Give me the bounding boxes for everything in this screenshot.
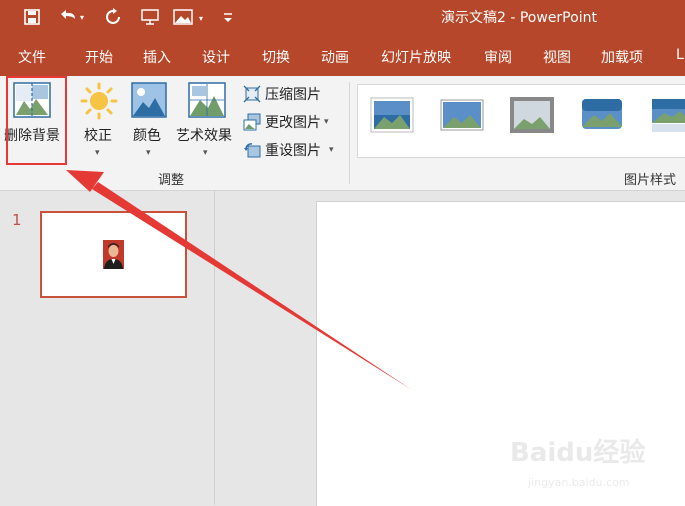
change-picture-button[interactable]: 更改图片 ▾ (243, 112, 329, 132)
slide-thumbnails-pane: 1 (0, 191, 215, 505)
picture-style-2[interactable] (440, 97, 484, 133)
watermark-brand: Baidu经验 (510, 438, 646, 468)
tab-insert[interactable]: 插入 (143, 47, 171, 67)
customize-qat-icon[interactable] (220, 5, 236, 29)
compress-label: 压缩图片 (265, 87, 321, 103)
color-button[interactable]: 颜色 (133, 125, 161, 145)
window-title: 演示文稿2 - PowerPoint (441, 10, 597, 26)
chevron-down-icon: ▾ (329, 145, 334, 155)
present-from-start-icon[interactable] (138, 5, 164, 29)
annotation-highlight-box (6, 76, 67, 165)
chevron-down-icon: ▾ (324, 117, 329, 127)
tab-slideshow[interactable]: 幻灯片放映 (381, 47, 451, 67)
tab-review[interactable]: 审阅 (484, 47, 512, 67)
reset-picture-label: 重设图片 (265, 143, 321, 159)
chevron-down-icon: ▾ (203, 148, 208, 158)
svg-text:▾: ▾ (199, 14, 203, 23)
chevron-down-icon: ▾ (146, 148, 151, 158)
ribbon: 删除背景 校正 ▾ 颜色 ▾ 艺术效果 ▾ 压缩图片 更改图片 ▾ 重设图片 ▾… (0, 76, 685, 191)
tab-format[interactable]: L (676, 47, 684, 63)
insert-picture-icon[interactable]: ▾ (172, 5, 212, 29)
svg-text:▾: ▾ (80, 13, 84, 22)
adjust-group-label: 调整 (158, 173, 185, 188)
chevron-down-icon: ▾ (95, 148, 100, 158)
change-picture-label: 更改图片 (265, 115, 321, 131)
slide-thumbnail[interactable] (40, 211, 187, 298)
save-icon[interactable] (20, 5, 44, 29)
watermark-url: jingyan.baidu.com (528, 476, 630, 489)
change-picture-icon (243, 113, 261, 131)
tab-transitions[interactable]: 切换 (262, 47, 290, 67)
tab-animations[interactable]: 动画 (321, 47, 349, 67)
undo-icon[interactable]: ▾ (56, 5, 90, 29)
artistic-effects-button[interactable]: 艺术效果 (176, 125, 232, 145)
picture-style-3[interactable] (510, 97, 554, 133)
artistic-effects-icon[interactable] (188, 82, 226, 120)
tab-design[interactable]: 设计 (202, 47, 230, 67)
slide-number: 1 (12, 211, 22, 229)
reset-picture-icon (243, 141, 261, 159)
tab-addins[interactable]: 加载项 (601, 47, 643, 67)
picture-style-4[interactable] (580, 97, 624, 133)
group-divider (349, 82, 350, 184)
tab-home[interactable]: 开始 (85, 47, 113, 67)
picture-style-5[interactable] (650, 97, 685, 133)
reset-picture-button[interactable]: 重设图片 ▾ (243, 140, 334, 160)
compress-icon (243, 85, 261, 103)
compress-pictures-button[interactable]: 压缩图片 (243, 84, 321, 104)
corrections-icon[interactable] (80, 82, 118, 120)
picture-styles-group-label: 图片样式 (624, 173, 677, 188)
portrait-photo[interactable] (103, 240, 124, 269)
redo-icon[interactable] (102, 5, 124, 29)
color-icon[interactable] (131, 82, 167, 120)
picture-style-1[interactable] (370, 97, 414, 133)
tab-file[interactable]: 文件 (18, 47, 46, 67)
tab-view[interactable]: 视图 (543, 47, 571, 67)
ribbon-tabs: 文件 开始 插入 设计 切换 动画 幻灯片放映 审阅 视图 加载项 L (0, 36, 685, 76)
baidu-watermark: Baidu经验 jingyan.baidu.com (510, 432, 680, 498)
title-bar: ▾ ▾ 演示文稿2 - PowerPoint (0, 0, 685, 36)
picture-styles-gallery (357, 84, 685, 158)
corrections-button[interactable]: 校正 (84, 125, 112, 145)
